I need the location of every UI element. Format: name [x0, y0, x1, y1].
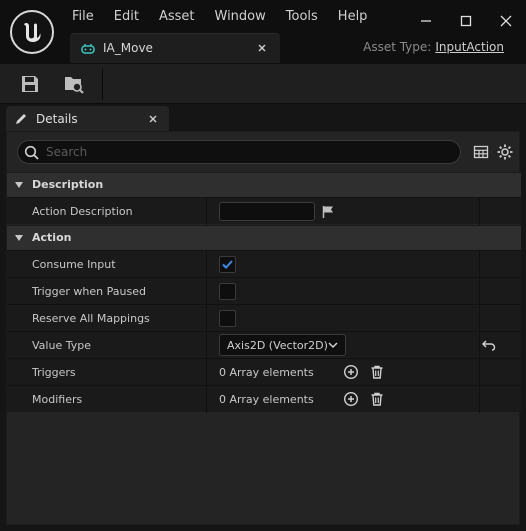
triggers-array-count: 0 Array elements	[219, 366, 314, 379]
close-details-icon[interactable]	[147, 113, 159, 125]
close-icon	[500, 15, 512, 27]
collapse-arrow-icon	[15, 182, 23, 188]
chevron-down-icon	[328, 342, 338, 349]
reserve-all-mappings-checkbox[interactable]	[219, 310, 236, 327]
menu-bar: File Edit Asset Window Tools Help	[62, 0, 377, 34]
column-divider	[479, 386, 480, 413]
column-divider	[206, 305, 207, 332]
document-tab[interactable]: IA_Move	[70, 33, 280, 63]
menu-edit[interactable]: Edit	[104, 0, 149, 34]
menu-window[interactable]: Window	[205, 0, 276, 34]
property-label: Action Description	[32, 205, 133, 218]
search-input[interactable]	[46, 144, 446, 160]
modifiers-array-count: 0 Array elements	[219, 393, 314, 406]
column-divider	[206, 198, 207, 225]
minimize-icon	[421, 20, 431, 22]
details-tab[interactable]: Details	[6, 106, 169, 132]
menu-file[interactable]: File	[62, 0, 104, 34]
search-box[interactable]	[17, 140, 461, 164]
value-type-selected: Axis2D (Vector2D)	[227, 339, 328, 352]
flag-icon[interactable]	[321, 205, 335, 219]
asset-type-label: Asset Type:	[363, 40, 432, 54]
collapse-arrow-icon	[15, 235, 23, 241]
unreal-logo-icon[interactable]	[10, 10, 54, 54]
column-divider	[206, 386, 207, 413]
trash-icon[interactable]	[369, 391, 385, 407]
value-type-dropdown[interactable]: Axis2D (Vector2D)	[219, 334, 346, 356]
property-consume-input: Consume Input	[7, 250, 521, 278]
close-tab-icon[interactable]	[256, 42, 268, 54]
column-divider	[479, 251, 480, 278]
browse-asset-icon[interactable]	[62, 72, 86, 96]
column-divider	[206, 278, 207, 305]
maximize-button[interactable]	[446, 0, 486, 42]
reset-to-default-icon[interactable]	[481, 338, 497, 352]
close-window-button[interactable]	[486, 0, 526, 42]
maximize-icon	[460, 15, 472, 27]
menu-help[interactable]: Help	[328, 0, 378, 34]
consume-input-checkbox[interactable]	[219, 256, 236, 273]
plus-circle-icon[interactable]	[343, 364, 359, 380]
pencil-icon	[16, 114, 26, 124]
details-panel: Description Action Description Action Co…	[6, 131, 521, 525]
menu-tools[interactable]: Tools	[276, 0, 328, 34]
property-label: Trigger when Paused	[32, 285, 146, 298]
document-tab-label: IA_Move	[103, 41, 153, 55]
plus-circle-icon[interactable]	[343, 391, 359, 407]
column-divider	[479, 332, 480, 359]
column-divider	[479, 198, 480, 225]
property-label: Triggers	[32, 366, 76, 379]
input-action-icon	[81, 44, 95, 54]
column-divider	[479, 305, 480, 332]
panel-tab-bar: Details	[0, 104, 526, 132]
checkmark-icon	[222, 260, 233, 269]
minimize-button[interactable]	[406, 0, 446, 42]
save-icon[interactable]	[18, 72, 42, 96]
column-divider	[479, 278, 480, 305]
column-divider	[206, 359, 207, 386]
column-divider	[206, 332, 207, 359]
property-reserve-all-mappings: Reserve All Mappings	[7, 304, 521, 332]
trash-icon[interactable]	[369, 364, 385, 380]
toolbar	[0, 64, 526, 104]
category-description[interactable]: Description	[7, 172, 521, 197]
property-label: Reserve All Mappings	[32, 312, 150, 325]
column-divider	[206, 251, 207, 278]
action-description-field[interactable]	[219, 202, 315, 221]
asset-type-indicator: Asset Type: InputAction	[363, 40, 504, 54]
window-controls	[406, 0, 526, 42]
toolbar-separator	[102, 68, 103, 100]
property-action-description: Action Description	[7, 197, 521, 225]
category-action[interactable]: Action	[7, 225, 521, 250]
property-label: Consume Input	[32, 258, 116, 271]
asset-type-link[interactable]: InputAction	[435, 40, 504, 54]
title-bar: File Edit Asset Window Tools Help IA_Mov…	[0, 0, 526, 64]
menu-asset[interactable]: Asset	[149, 0, 205, 34]
property-label: Modifiers	[32, 393, 83, 406]
property-triggers: Triggers 0 Array elements	[7, 358, 521, 386]
property-label: Value Type	[32, 339, 91, 352]
column-divider	[479, 359, 480, 386]
table-view-icon[interactable]	[472, 143, 490, 161]
search-row	[7, 132, 521, 172]
details-tab-label: Details	[36, 112, 78, 126]
property-value-type: Value Type Axis2D (Vector2D)	[7, 331, 521, 359]
property-trigger-when-paused: Trigger when Paused	[7, 277, 521, 305]
property-modifiers: Modifiers 0 Array elements	[7, 385, 521, 413]
category-label: Description	[32, 178, 104, 191]
search-icon	[24, 145, 39, 160]
trigger-when-paused-checkbox[interactable]	[219, 283, 236, 300]
gear-icon[interactable]	[496, 143, 514, 161]
category-label: Action	[32, 231, 72, 244]
